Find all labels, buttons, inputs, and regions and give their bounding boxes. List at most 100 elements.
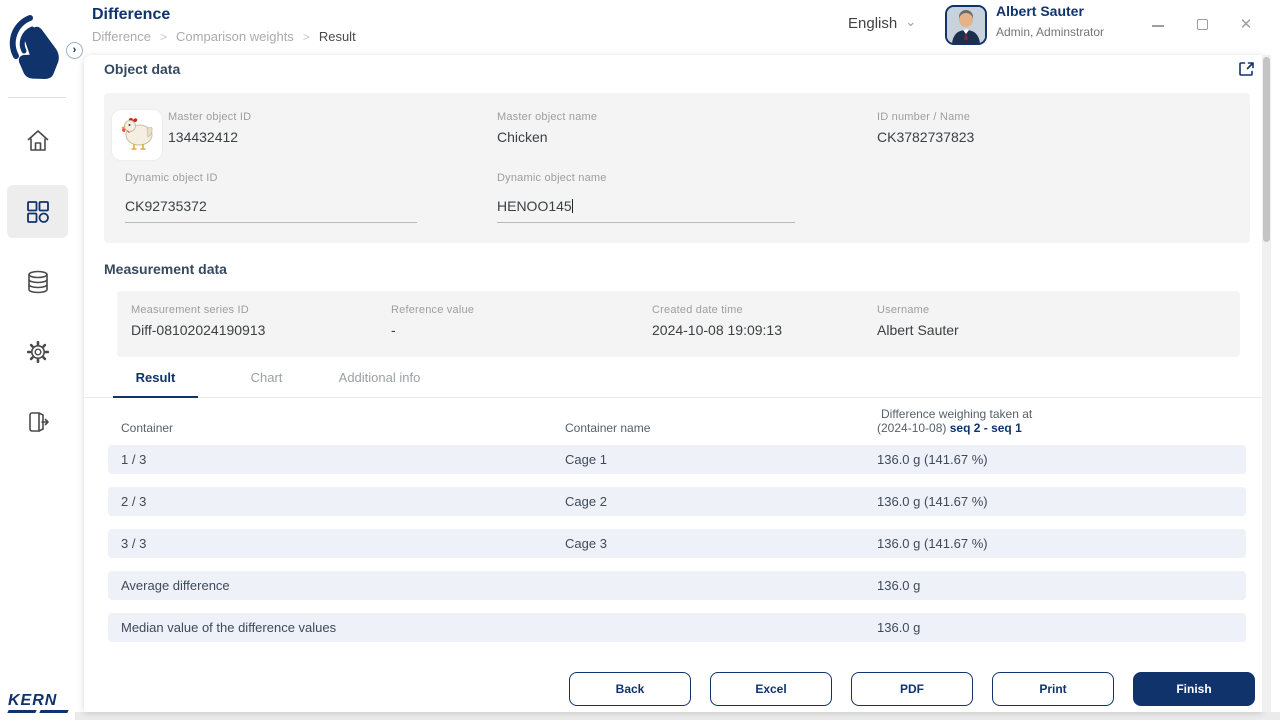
- object-data-section-title: Object data: [104, 61, 181, 77]
- table-row[interactable]: 2 / 3 Cage 2 136.0 g (141.67 %): [108, 487, 1246, 516]
- column-container-name: Container name: [565, 421, 651, 435]
- cell-container: Average difference: [121, 578, 230, 593]
- column-container: Container: [121, 421, 174, 435]
- expand-fullscreen-button[interactable]: [1238, 61, 1256, 79]
- username-value: Albert Sauter: [877, 322, 959, 338]
- tab-additional-info[interactable]: Additional info: [317, 365, 442, 398]
- column-difference: Difference weighing taken at (2024-10-08…: [877, 407, 1033, 435]
- page-title: Difference: [92, 6, 171, 23]
- master-object-name-field: Master object name Chicken: [497, 111, 598, 145]
- reference-value-value: -: [391, 322, 396, 338]
- cell-container: Median value of the difference values: [121, 620, 337, 635]
- sidebar-item-database[interactable]: [7, 255, 68, 308]
- pdf-button[interactable]: PDF: [851, 672, 973, 706]
- dynamic-object-name-underline: [497, 222, 795, 223]
- cell-difference-value: 136.0 g (141.67 %): [877, 536, 988, 551]
- sidebar-item-apps[interactable]: [7, 185, 68, 238]
- bottom-strip: [75, 712, 1280, 720]
- cell-container-name: Cage 2: [565, 494, 607, 509]
- breadcrumb-separator-icon: >: [302, 29, 310, 44]
- finish-button[interactable]: Finish: [1133, 672, 1255, 706]
- dynamic-object-id-field[interactable]: Dynamic object ID CK92735372: [125, 172, 218, 214]
- breadcrumb-item[interactable]: Comparison weights: [176, 29, 294, 44]
- logout-icon: [28, 411, 49, 432]
- cell-container: 1 / 3: [121, 452, 147, 467]
- master-object-id-field: Master object ID 134432412: [168, 111, 252, 145]
- tab-chart[interactable]: Chart: [224, 365, 309, 398]
- cell-difference-value: 136.0 g (141.67 %): [877, 452, 988, 467]
- breadcrumb: Difference > Comparison weights > Result: [92, 29, 356, 44]
- master-object-name-value: Chicken: [497, 129, 548, 145]
- cell-container-name: Cage 3: [565, 536, 607, 551]
- text-cursor: [571, 199, 573, 213]
- sidebar-item-home[interactable]: [7, 114, 68, 167]
- breadcrumb-item[interactable]: Difference: [92, 29, 151, 44]
- scrollbar-thumb[interactable]: [1263, 57, 1270, 242]
- app-logo-touch-hand-icon: [8, 10, 66, 86]
- table-row[interactable]: 1 / 3 Cage 1 136.0 g (141.67 %): [108, 445, 1246, 474]
- dynamic-object-id-input[interactable]: CK92735372: [125, 198, 218, 214]
- excel-button[interactable]: Excel: [710, 672, 832, 706]
- measurement-series-id-value: Diff-08102024190913: [131, 322, 266, 338]
- main-content-panel: Object data Master object ID 134432412 M…: [84, 55, 1262, 712]
- cell-difference-value: 136.0 g (141.67 %): [877, 494, 988, 509]
- home-icon: [26, 129, 49, 151]
- gear-icon: [26, 340, 49, 363]
- table-row[interactable]: Median value of the difference values 13…: [108, 613, 1246, 642]
- dynamic-object-name-input[interactable]: HENOO145: [497, 198, 607, 214]
- print-button[interactable]: Print: [992, 672, 1114, 706]
- sidebar-collapse-button[interactable]: ›: [66, 42, 83, 59]
- result-rows: 1 / 3 Cage 1 136.0 g (141.67 %) 2 / 3 Ca…: [108, 445, 1246, 655]
- object-data-panel: Master object ID 134432412 Master object…: [104, 93, 1250, 243]
- tab-bar: Result Chart Additional info: [84, 365, 1262, 398]
- tab-result[interactable]: Result: [113, 365, 198, 398]
- maximize-icon: [1196, 19, 1208, 30]
- back-button[interactable]: Back: [569, 672, 691, 706]
- cell-container: 3 / 3: [121, 536, 147, 551]
- sidebar: › KERN: [0, 0, 83, 720]
- measurement-data-section-title: Measurement data: [104, 261, 227, 277]
- expand-icon: [1239, 62, 1254, 76]
- user-avatar[interactable]: [945, 5, 987, 45]
- kern-logo: KERN: [7, 693, 69, 713]
- window-maximize-button[interactable]: [1192, 16, 1212, 34]
- sidebar-divider: [8, 97, 66, 98]
- cell-container-name: Cage 1: [565, 452, 607, 467]
- user-name: Albert Sauter: [996, 3, 1084, 19]
- footer-actions: Back Excel PDF Print Finish: [569, 672, 1255, 706]
- user-role: Admin, Adminstrator: [996, 25, 1105, 39]
- seq-range-label: seq 2 - seq 1: [949, 421, 1022, 435]
- breadcrumb-separator-icon: >: [160, 29, 168, 44]
- table-row[interactable]: 3 / 3 Cage 3 136.0 g (141.67 %): [108, 529, 1246, 558]
- window-close-button[interactable]: ✕: [1236, 16, 1256, 34]
- created-date-time-value: 2024-10-08 19:09:13: [652, 322, 782, 338]
- minimize-icon: [1152, 25, 1164, 27]
- id-number-name-value: CK3782737823: [877, 129, 975, 145]
- database-icon: [27, 270, 48, 293]
- cell-difference-value: 136.0 g: [877, 578, 921, 593]
- apps-grid-icon: [26, 200, 49, 223]
- breadcrumb-current: Result: [318, 29, 356, 44]
- language-selected-value: English: [848, 15, 898, 32]
- measurement-data-panel: Measurement series ID Diff-0810202419091…: [117, 291, 1240, 357]
- cell-container: 2 / 3: [121, 494, 147, 509]
- table-row[interactable]: Average difference 136.0 g: [108, 571, 1246, 600]
- dynamic-object-name-field[interactable]: Dynamic object name HENOO145: [497, 172, 607, 214]
- close-icon: ✕: [1239, 16, 1253, 33]
- result-table-header: Container Container name Difference weig…: [108, 407, 1246, 439]
- sidebar-item-logout[interactable]: [7, 395, 68, 448]
- reference-value-field: Reference value -: [391, 304, 475, 338]
- window-minimize-button[interactable]: [1148, 16, 1168, 34]
- username-field: Username Albert Sauter: [877, 304, 959, 338]
- measurement-series-id-field: Measurement series ID Diff-0810202419091…: [131, 304, 266, 338]
- master-object-id-value: 134432412: [168, 129, 239, 145]
- id-number-name-field: ID number / Name CK3782737823: [877, 111, 975, 145]
- vertical-scrollbar[interactable]: [1262, 55, 1271, 712]
- language-selector[interactable]: English ⌄: [848, 13, 917, 33]
- chevron-down-icon: ⌄: [905, 13, 917, 29]
- sidebar-item-settings[interactable]: [7, 325, 68, 378]
- dynamic-object-id-underline: [125, 222, 417, 223]
- created-date-time-field: Created date time 2024-10-08 19:09:13: [652, 304, 782, 338]
- object-photo-chicken: [112, 110, 162, 160]
- cell-difference-value: 136.0 g: [877, 620, 921, 635]
